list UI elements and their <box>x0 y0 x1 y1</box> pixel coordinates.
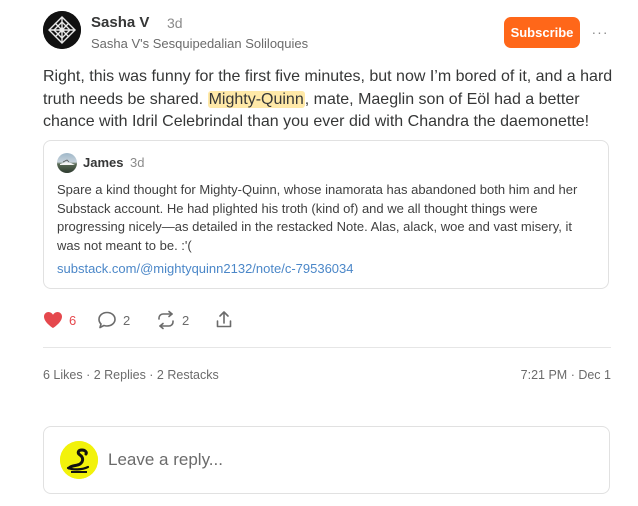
action-bar: 6 2 2 <box>43 309 243 333</box>
comment-count: 2 <box>123 312 131 328</box>
like-count: 6 <box>69 312 77 328</box>
mention-link[interactable]: Mighty-Quinn <box>207 90 305 108</box>
quote-author-avatar[interactable] <box>57 153 77 173</box>
author-avatar[interactable] <box>43 11 81 49</box>
reply-user-avatar <box>60 441 98 479</box>
note-body: Right, this was funny for the first five… <box>43 66 618 134</box>
like-button[interactable]: 6 <box>43 309 76 331</box>
quote-author-name[interactable]: James <box>83 155 123 170</box>
reply-composer[interactable] <box>43 426 610 494</box>
restack-icon <box>156 310 176 330</box>
share-button[interactable] <box>214 309 234 331</box>
post-time: 3d <box>167 15 183 31</box>
quote-time: 3d <box>130 155 145 170</box>
engagement-summary[interactable]: 6 Likes · 2 Replies · 2 Restacks <box>43 368 219 382</box>
more-icon[interactable]: ··· <box>588 20 612 44</box>
author-name[interactable]: Sasha V <box>91 14 149 31</box>
subscribe-button[interactable]: Subscribe <box>504 17 580 48</box>
restacked-note-card[interactable]: James 3d Spare a kind thought for Mighty… <box>43 140 609 289</box>
divider <box>43 347 611 348</box>
restack-link[interactable]: substack.com/@mightyquinn2132/note/c-795… <box>57 261 354 276</box>
restack-button[interactable]: 2 <box>156 309 189 331</box>
share-icon <box>214 310 234 330</box>
comment-icon <box>97 310 117 330</box>
note-timestamp: 7:21 PM · Dec 1 <box>520 368 611 382</box>
comment-button[interactable]: 2 <box>97 309 130 331</box>
reply-input[interactable] <box>108 447 588 473</box>
quote-text: Spare a kind thought for Mighty-Quinn, w… <box>57 182 578 253</box>
publication-name[interactable]: Sasha V's Sesquipedalian Soliloquies <box>91 36 308 51</box>
heart-icon <box>43 311 63 329</box>
restack-count: 2 <box>182 312 190 328</box>
